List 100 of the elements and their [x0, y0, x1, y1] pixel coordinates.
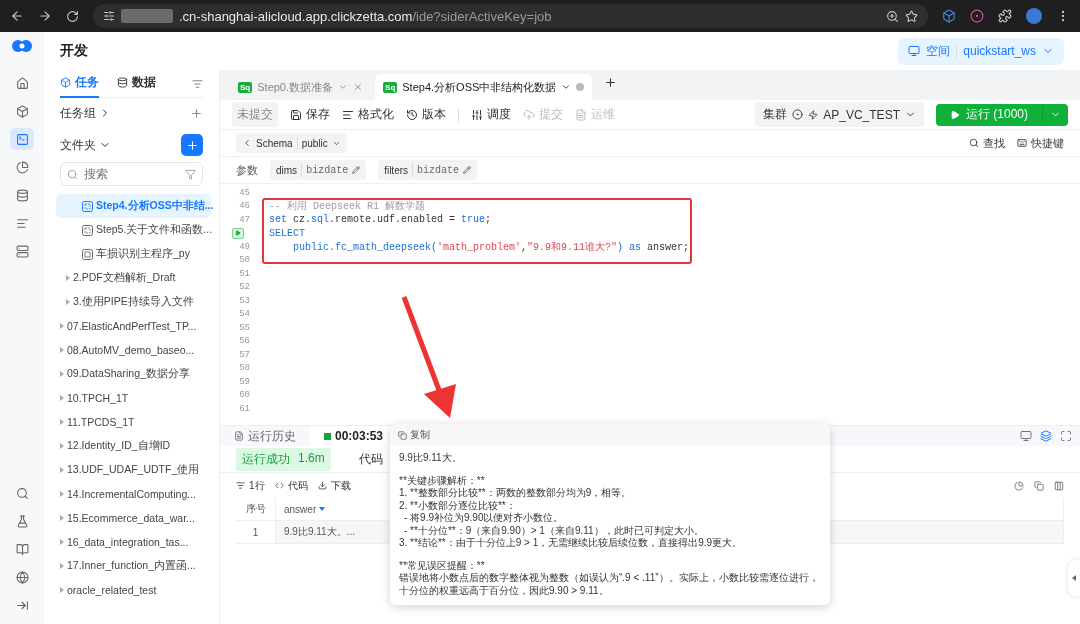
line-number: 58 — [238, 363, 250, 374]
sql-file-icon: Sq — [383, 81, 398, 93]
tree-item-label: 14.IncrementalComputing... — [67, 488, 196, 500]
answer-text: **关键步骤解析：** — [399, 474, 486, 487]
tree-item[interactable]: 07.ElasticAndPerfTest_TP... — [56, 314, 211, 338]
task-group-label[interactable]: 任务组 — [60, 104, 111, 122]
tree-item[interactable]: 15.Ecommerce_data_war... — [56, 506, 211, 530]
workspace-selector[interactable]: 空间 quickstart_ws — [898, 37, 1064, 65]
tree-item-label: 15.Ecommerce_data_war... — [67, 512, 195, 524]
toolbar-button[interactable]: 保存 — [290, 106, 330, 123]
editor-tab[interactable]: Sq Step4.分析OSS中非结构化数据 — [375, 74, 593, 100]
toolbar-button[interactable]: 调度 — [471, 106, 511, 123]
line-number: 56 — [238, 336, 250, 347]
params-label: 参数 — [236, 162, 258, 178]
param-name: filters — [384, 164, 409, 176]
page-title: 开发 — [60, 42, 88, 60]
tree-item-label: 10.TPCH_1T — [67, 392, 129, 404]
tree-item[interactable]: 17.Inner_function_内置函... — [56, 554, 211, 578]
schema-label: Schema — [256, 137, 293, 149]
bottom-tab[interactable]: 运行历史 — [220, 426, 310, 446]
line-number: 55 — [238, 322, 250, 333]
result-toolbar-button[interactable]: 1行 — [236, 478, 265, 493]
tree-item[interactable]: 10.TPCH_1T — [56, 386, 211, 410]
result-toolbar-button[interactable]: 下载 — [317, 478, 351, 493]
workspace-name: quickstart_ws — [963, 44, 1036, 58]
line-number: 52 — [238, 282, 250, 293]
param-value: bizdate — [306, 164, 349, 176]
toolbar-button[interactable]: 格式化 — [342, 106, 394, 123]
cluster-label: 集群 — [763, 106, 788, 123]
param-value: bizdate — [417, 164, 460, 176]
code-line: SELECT — [269, 227, 305, 239]
param-name: dims — [276, 164, 298, 176]
answer-text: 错误地将小数点后的数字整体视为整数（如误认为“.9 < .11”）。实际上，小数比较需逐位进行，十分位的权重远高于百分位，因此9.90 > 9.11。 — [399, 572, 820, 597]
answer-text: 2. **小数部分逐位比较**： — [399, 499, 517, 512]
tree-item-label: 09.DataSharing_数据分享 — [67, 367, 190, 381]
tree-item[interactable]: oracle_related_test — [56, 578, 211, 602]
url-host: .cn-shanghai-alicloud.app.clickzetta.com — [179, 8, 413, 24]
panel-tab[interactable]: 任务 — [60, 69, 99, 98]
duration-text: 1.6m — [298, 450, 325, 467]
sql-file-icon: Sq — [238, 81, 253, 93]
schema-selector[interactable]: Schema public — [236, 133, 347, 153]
line-number: 51 — [238, 268, 250, 279]
tree-item-label: 2.PDF文档解析_Draft — [73, 271, 176, 285]
code-line: set cz.sql.remote.udf.enabled = true; — [269, 214, 492, 226]
tree-item-label: 08.AutoMV_demo_baseo... — [67, 344, 195, 356]
find-button[interactable]: 查找 — [969, 135, 1005, 151]
tree-item[interactable]: 2.PDF文档解析_Draft — [56, 266, 211, 290]
search-input[interactable]: 搜索 — [82, 166, 181, 182]
tree-item[interactable]: 11.TPCDS_1T — [56, 410, 211, 434]
tree-item-label: Step4.分析OSS中非结... — [96, 199, 214, 213]
line-number: 54 — [238, 309, 250, 320]
tree-item[interactable]: Step4.分析OSS中非结... — [56, 194, 211, 218]
tree-item[interactable]: Step5.关于文件和函数... — [56, 218, 211, 242]
tree-item[interactable]: 12.Identity_ID_自增ID — [56, 434, 211, 458]
line-number: 59 — [238, 376, 250, 387]
result-tab[interactable]: 代码 — [358, 450, 383, 468]
folder-label[interactable]: 文件夹 — [60, 136, 111, 154]
line-number: 53 — [238, 295, 250, 306]
answer-text: - **十分位**：9（来自9.90）> 1（来自9.11），此时已可判定大小。 — [403, 524, 705, 537]
result-toolbar-button[interactable]: 代码 — [274, 478, 308, 493]
tree-item[interactable]: 16_data_integration_tas... — [56, 530, 211, 554]
status-label: 未提交 — [232, 102, 278, 127]
tree-item-label: 17.Inner_function_内置函... — [67, 559, 196, 573]
search-box[interactable]: 搜索 — [60, 162, 203, 186]
cluster-name: AP_VC_TEST — [823, 107, 900, 122]
answer-text: 1. **整数部分比较**：两数的整数部分均为9，相等。 — [399, 487, 633, 500]
tree-item-label: 11.TPCDS_1T — [67, 416, 135, 428]
copy-button[interactable]: 复制 — [398, 428, 430, 442]
tree-item[interactable]: 09.DataSharing_数据分享 — [56, 362, 211, 386]
param-chip[interactable]: dims bizdate — [270, 160, 367, 180]
tree-item-label: 3.使用PIPE持续导入文件 — [73, 295, 194, 309]
line-number: 46 — [238, 201, 250, 212]
tree-item[interactable]: 08.AutoMV_demo_baseo... — [56, 338, 211, 362]
table-cell: 1 — [236, 521, 276, 544]
toolbar-button[interactable]: 版本 — [406, 106, 446, 123]
cluster-selector[interactable]: 集群 AP_VC_TEST — [755, 102, 924, 127]
shortcuts-button[interactable]: 快捷键 — [1017, 135, 1064, 151]
code-line: public.fc_math_deepseek('math_problem',"9.9和9.11谁大?") as answer; — [292, 240, 690, 254]
tree-item-label: 12.Identity_ID_自增ID — [67, 439, 171, 453]
tree-item-label: Step5.关于文件和函数... — [96, 223, 213, 237]
param-chip[interactable]: filters bizdate — [378, 160, 478, 180]
address-bar[interactable]: .cn-shanghai-alicloud.app.clickzetta.com/ide?siderActiveKey=job — [93, 4, 928, 28]
line-number: 60 — [238, 390, 250, 401]
status-text: 运行成功 — [242, 450, 290, 468]
tree-item[interactable]: 13.UDF_UDAF_UDTF_使用 — [56, 458, 211, 482]
tree-item[interactable]: 14.IncrementalComputing... — [56, 482, 211, 506]
answer-text: **常见误区提醒：** — [399, 559, 486, 572]
panel-tab[interactable]: 数据 — [117, 69, 156, 98]
tree-item[interactable]: 车损识别主程序_py — [56, 242, 211, 266]
tree-item-label: 车损识别主程序_py — [96, 247, 190, 261]
tree-item-label: 13.UDF_UDAF_UDTF_使用 — [67, 463, 200, 477]
workspace-label: 空间 — [926, 42, 951, 60]
line-number: 49 — [238, 241, 250, 252]
tree-item-label: 07.ElasticAndPerfTest_TP... — [67, 320, 197, 332]
schema-value: public — [301, 137, 328, 149]
tree-item[interactable]: 3.使用PIPE持续导入文件 — [56, 290, 211, 314]
tree-item-label: 16_data_integration_tas... — [67, 536, 189, 548]
line-number: 47 — [238, 214, 250, 225]
line-number: 45 — [238, 187, 250, 198]
line-number: 61 — [238, 403, 250, 414]
